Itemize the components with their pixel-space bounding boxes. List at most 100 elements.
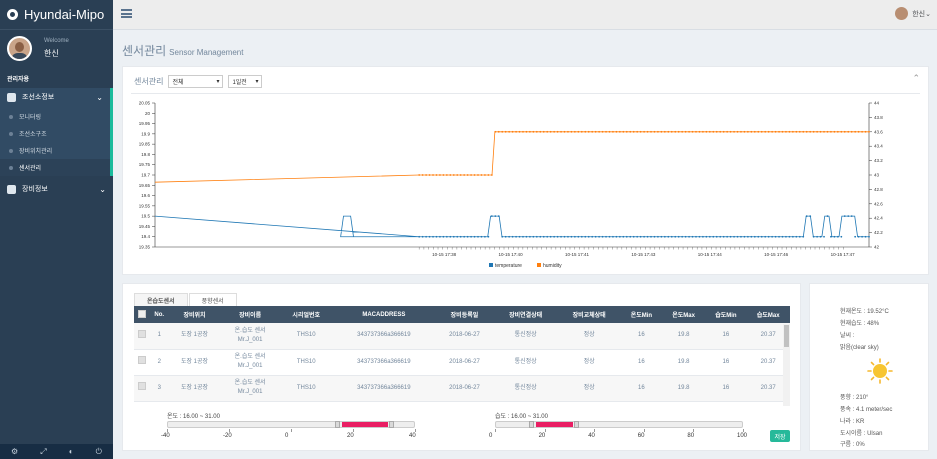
temperature-point — [843, 215, 846, 218]
temperature-point — [847, 215, 850, 218]
temperature-point — [722, 235, 725, 238]
y-right-tick-label: 42 — [874, 245, 880, 250]
sidebar-item-equipment-location[interactable]: 장비위치관리 — [0, 142, 110, 159]
cell-temp-min: 16 — [620, 323, 662, 350]
humidity-point — [473, 174, 476, 176]
cell-no: 2 — [150, 349, 169, 376]
temperature-point — [587, 235, 590, 238]
humidity-point — [646, 130, 649, 133]
temperature-point — [726, 235, 729, 238]
slider-tick — [167, 429, 168, 432]
cell-serial: THS10 — [279, 349, 333, 376]
weather-panel: 현재온도 : 19.52°C 현재습도 : 48% 날씨 : 맑음(clear … — [809, 283, 929, 451]
sidebar-item-structure[interactable]: 조선소구조 — [0, 125, 110, 142]
y-left-tick-label: 19.4 — [141, 234, 150, 239]
sidebar-item-monitoring[interactable]: 모니터링 — [0, 108, 110, 125]
temperature-point — [428, 235, 431, 238]
column-header[interactable]: 장비등록일 — [435, 306, 494, 323]
column-header[interactable]: 장비연결상태 — [493, 306, 558, 323]
cell-serial: THS10 — [279, 375, 333, 402]
column-header[interactable]: 습도Max — [746, 306, 790, 323]
column-header[interactable]: 시리얼번호 — [279, 306, 333, 323]
temperature-point — [615, 235, 618, 238]
temperature-point — [511, 235, 514, 238]
user-menu[interactable]: 한신 ⌄ — [895, 7, 931, 20]
period-filter-select[interactable]: 1일전 ▾ — [228, 75, 263, 88]
column-header[interactable]: 장비이름 — [220, 306, 280, 323]
column-header[interactable]: 장비위치 — [168, 306, 221, 323]
eye-icon[interactable]: ◐ — [69, 447, 74, 456]
slider-tick — [495, 429, 496, 432]
column-header[interactable]: No. — [150, 306, 169, 323]
fullscreen-icon[interactable]: ⤢ — [40, 447, 46, 457]
humidity-point — [812, 130, 815, 133]
hum-max-handle[interactable] — [573, 421, 579, 428]
row-checkbox[interactable] — [138, 356, 146, 364]
save-button[interactable]: 저장 — [770, 430, 790, 442]
temperature-point — [698, 235, 701, 238]
temperature-point — [667, 235, 670, 238]
sensor-filter-select[interactable]: 전체 ▾ — [168, 75, 224, 88]
temperature-point — [549, 235, 552, 238]
column-header[interactable]: 온도Min — [620, 306, 662, 323]
menu-toggle-icon[interactable] — [121, 9, 132, 18]
temp-range-label: 온도 : 16.00 ~ 31.00 — [167, 414, 220, 420]
humidity-point — [456, 174, 459, 176]
humidity-point — [484, 174, 486, 176]
humidity-point — [425, 174, 428, 176]
humidity-point — [639, 130, 642, 133]
row-checkbox[interactable] — [138, 382, 146, 390]
tab-temp-humidity[interactable]: 온습도센서 — [134, 293, 188, 306]
humidity-point — [511, 130, 514, 133]
humidity-point — [653, 130, 656, 133]
collapse-icon[interactable]: ⌃ — [912, 73, 920, 84]
humidity-point — [539, 130, 542, 133]
row-checkbox[interactable] — [138, 329, 146, 338]
power-icon[interactable]: ⏻ — [96, 447, 102, 457]
cell-hum-min: 16 — [705, 349, 747, 376]
chart-panel: 센서관리 전체 ▾ 1일전 ▾ ⌃ 20.05 20 19.95 19.9 19.85 19.… — [122, 66, 929, 275]
table-row[interactable]: 2 도장 1공장 온.습도 센서 Mr.J_001 THS10 343737366a366… — [134, 349, 790, 376]
chevron-down-icon: ⌄ — [96, 92, 103, 102]
sidebar-menu-equipment[interactable]: 장비정보 ⌄ — [0, 180, 113, 198]
temp-max-handle[interactable] — [389, 421, 395, 428]
humidity-point — [487, 174, 490, 176]
table-scrollbar[interactable] — [783, 324, 790, 406]
y-right-tick-label: 43.4 — [874, 144, 883, 149]
humidity-point — [764, 130, 767, 133]
column-header[interactable]: 습도Min — [705, 306, 747, 323]
hum-min-handle[interactable] — [528, 421, 534, 428]
slider-tick — [415, 429, 416, 432]
temp-range-slider[interactable] — [167, 421, 415, 428]
humidity-point — [667, 130, 670, 133]
y-left-tick-label: 19.85 — [139, 142, 151, 147]
temperature-point — [791, 235, 794, 238]
weather-humidity: 현재습도 : 48% — [840, 321, 880, 327]
column-header[interactable]: 장비교체상태 — [557, 306, 621, 323]
brand[interactable]: Hyundai-Mipo — [0, 0, 113, 30]
humidity-point — [504, 130, 507, 133]
humidity-point — [850, 130, 853, 133]
humidity-point — [435, 174, 438, 176]
column-header[interactable]: 온도Max — [661, 306, 706, 323]
table-row[interactable]: 1 도장 1공장 온.습도 센서 Mr.J_001 THS10 343737366a366… — [134, 323, 790, 350]
cell-mac: 343737366a366619 — [332, 375, 436, 402]
temperature-point — [546, 235, 549, 238]
humidity-point — [774, 130, 777, 133]
sidebar-menu-shipyard[interactable]: 조선소정보 ⌄ — [0, 88, 113, 106]
settings-icon[interactable]: ⚙ — [11, 447, 18, 456]
temp-min-handle[interactable] — [334, 421, 340, 428]
tab-wind[interactable]: 풍향센서 — [188, 293, 237, 306]
column-header[interactable]: MACADDRESS — [332, 306, 436, 323]
sidebar-item-sensor[interactable]: 센서관리 — [0, 159, 110, 176]
table-row[interactable]: 3 도장 1공장 온.습도 센서 Mr.J_001 THS10 343737366a366… — [134, 375, 790, 402]
hum-range-slider[interactable] — [495, 421, 743, 428]
humidity-point — [660, 130, 663, 133]
cell-name: 온.습도 센서 Mr.J_001 — [220, 323, 280, 350]
humidity-point — [608, 130, 611, 133]
select-all-checkbox[interactable] — [138, 309, 146, 318]
humidity-point — [442, 174, 445, 176]
temperature-point — [833, 235, 836, 238]
sidebar-menu-label: 조선소정보 — [22, 94, 55, 101]
slider-tick-label: 0 — [285, 433, 289, 439]
